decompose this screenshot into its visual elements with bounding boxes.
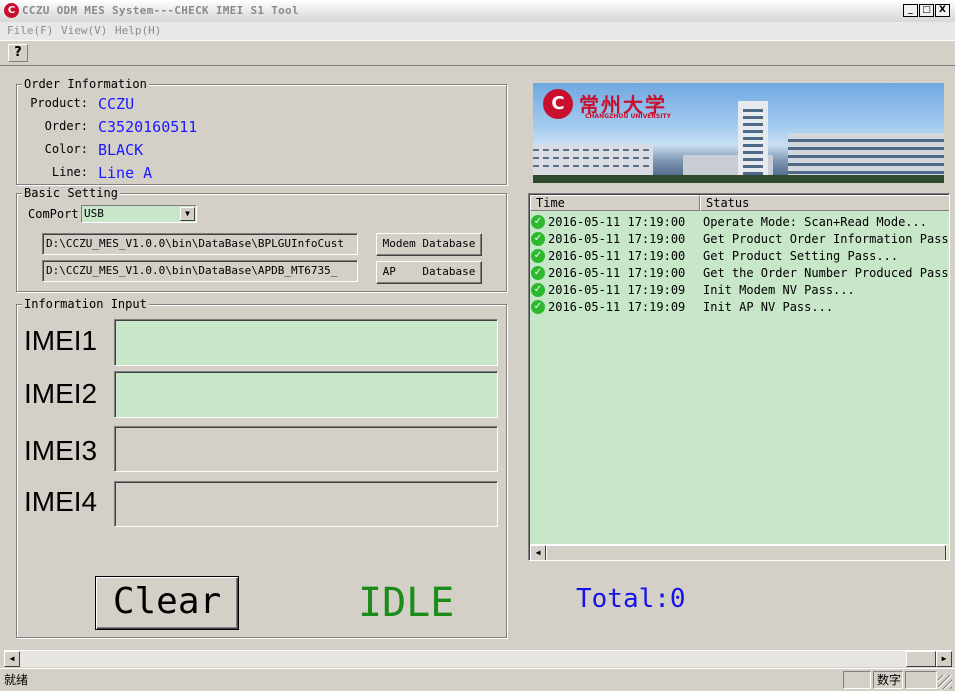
log-status: Get Product Order Information Pass... [703, 231, 950, 246]
comport-label: ComPort [28, 207, 79, 221]
menu-view[interactable]: View(V) [61, 24, 107, 37]
clear-button[interactable]: Clear [95, 576, 239, 630]
status-pane-extra [905, 671, 937, 689]
main-scroll-thumb[interactable] [906, 651, 936, 667]
check-icon: ✓ [531, 231, 545, 246]
log-row[interactable]: ✓ 2016-05-11 17:19:00 Operate Mode: Scan+R… [531, 214, 949, 231]
log-row[interactable]: ✓ 2016-05-11 17:19:00 Get Product Setting … [531, 248, 949, 265]
imei2-label: IMEI2 [24, 378, 98, 409]
basic-setting-title: Basic Setting [22, 186, 120, 200]
building-windows [533, 165, 653, 167]
log-status: Operate Mode: Scan+Read Mode... [703, 214, 927, 229]
color-label: Color: [44, 142, 88, 156]
product-label: Product: [30, 96, 88, 110]
menu-help[interactable]: Help(H) [115, 24, 161, 37]
tower-windows [743, 109, 763, 179]
imei2-input[interactable] [114, 371, 498, 418]
info-input-title: Information Input [22, 297, 149, 311]
imei4-label: IMEI4 [24, 486, 98, 517]
main-hscrollbar[interactable]: ◀ ▶ [4, 650, 952, 667]
log-list[interactable]: Time Status ✓ 2016-05-11 17:19:00 Operate … [528, 193, 950, 561]
university-name-sub: CHANGZHOU UNIVERSITY [585, 113, 671, 120]
order-label: Order: [44, 119, 88, 133]
ap-database-button[interactable]: AP Database [376, 261, 482, 284]
status-bar: 就绪 数字 [0, 668, 955, 691]
menu-file[interactable]: File(F) [7, 24, 53, 37]
check-icon: ✓ [531, 282, 545, 297]
status-pane-num: 数字 [873, 671, 903, 689]
line-value: Line A [98, 164, 153, 182]
ap-database-path[interactable]: D:\CCZU_MES_V1.0.0\bin\DataBase\APDB_MT6… [42, 260, 358, 282]
resize-grip-icon[interactable] [938, 675, 952, 689]
order-info-group [16, 84, 507, 185]
product-value: CCZU [98, 95, 135, 113]
status-indicator: IDLE [358, 580, 455, 626]
menu-bar: File(F) View(V) Help(H) [0, 22, 955, 40]
university-logo-icon: C [543, 89, 573, 119]
log-time: 2016-05-11 17:19:00 [548, 248, 686, 263]
app-icon: C [4, 3, 19, 18]
minimize-button[interactable]: _ [903, 4, 918, 17]
log-time: 2016-05-11 17:19:00 [548, 265, 686, 280]
log-status: Get Product Setting Pass... [703, 248, 899, 263]
log-time: 2016-05-11 17:19:09 [548, 282, 686, 297]
log-status: Get the Order Number Produced Pass [703, 265, 949, 280]
toolbar: ? [0, 40, 955, 66]
maximize-button[interactable]: □ [919, 4, 934, 17]
log-scroll-thumb[interactable] [546, 545, 946, 560]
order-info-title: Order Information [22, 77, 149, 91]
imei3-input[interactable] [114, 426, 498, 472]
check-icon: ✓ [531, 299, 545, 314]
title-bar[interactable]: C CCZU ODM MES System---CHECK IMEI S1 To… [0, 0, 955, 23]
order-value: C3520160511 [98, 118, 198, 136]
building-right-windows [788, 139, 944, 179]
window-title: CCZU ODM MES System---CHECK IMEI S1 Tool [22, 4, 299, 17]
log-time: 2016-05-11 17:19:09 [548, 299, 686, 314]
total-count: Total:0 [576, 584, 686, 614]
modem-database-button[interactable]: Modem Database [376, 233, 482, 256]
check-icon: ✓ [531, 265, 545, 280]
imei1-label: IMEI1 [24, 325, 98, 356]
log-time: 2016-05-11 17:19:00 [548, 214, 686, 229]
chevron-down-icon[interactable]: ▼ [180, 207, 195, 221]
check-icon: ✓ [531, 248, 545, 263]
log-row[interactable]: ✓ 2016-05-11 17:19:00 Get the Order Number… [531, 265, 949, 282]
scroll-left-icon[interactable]: ◀ [4, 651, 20, 667]
log-status: Init Modem NV Pass... [703, 282, 855, 297]
color-value: BLACK [98, 141, 144, 159]
comport-value: USB [84, 207, 104, 220]
imei1-input[interactable] [114, 319, 498, 366]
close-button[interactable]: X [935, 4, 950, 17]
log-row[interactable]: ✓ 2016-05-11 17:19:00 Get Product Order In… [531, 231, 950, 248]
imei3-label: IMEI3 [24, 435, 98, 466]
column-header-status[interactable]: Status [700, 195, 949, 211]
university-banner-image: C 常州大学 CHANGZHOU UNIVERSITY [533, 83, 944, 183]
help-icon[interactable]: ? [8, 44, 28, 62]
log-time: 2016-05-11 17:19:00 [548, 231, 686, 246]
status-ready-text: 就绪 [4, 673, 29, 687]
comport-select[interactable]: USB ▼ [81, 205, 197, 223]
check-icon: ✓ [531, 214, 545, 229]
modem-database-path[interactable]: D:\CCZU_MES_V1.0.0\bin\DataBase\BPLGUInf… [42, 233, 358, 255]
building-windows [533, 157, 653, 159]
log-status: Init AP NV Pass... [703, 299, 834, 314]
log-row[interactable]: ✓ 2016-05-11 17:19:09 Init Modem NV Pass..… [531, 282, 949, 299]
scroll-left-icon[interactable]: ◀ [530, 545, 546, 560]
log-hscrollbar[interactable]: ◀ [530, 544, 948, 560]
scroll-right-icon[interactable]: ▶ [936, 651, 952, 667]
imei4-input[interactable] [114, 481, 498, 527]
tree-line [533, 175, 944, 183]
building-windows [533, 149, 653, 151]
log-row[interactable]: ✓ 2016-05-11 17:19:09 Init AP NV Pass... [531, 299, 949, 316]
status-pane-empty [843, 671, 871, 689]
column-header-time[interactable]: Time [530, 195, 700, 211]
line-label: Line: [51, 165, 88, 179]
